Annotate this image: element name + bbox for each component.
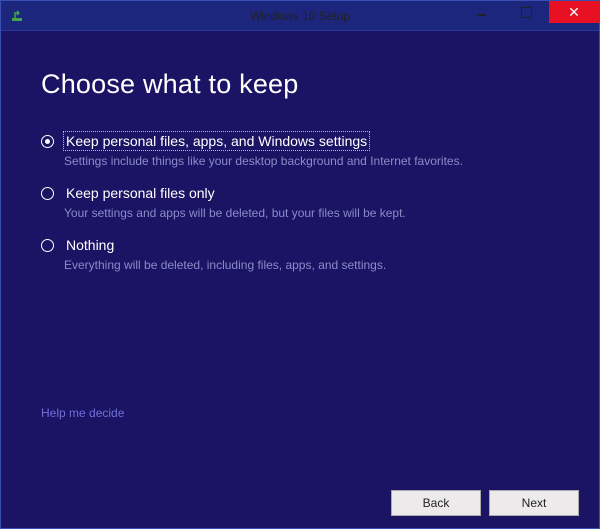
option-description: Everything will be deleted, including fi…	[64, 257, 559, 274]
option-label: Keep personal files, apps, and Windows s…	[64, 132, 369, 150]
minimize-button[interactable]	[459, 1, 504, 23]
option-1[interactable]: Keep personal files only Your settings an…	[41, 184, 559, 222]
radio-icon[interactable]	[41, 187, 54, 200]
option-description: Settings include things like your deskto…	[64, 153, 559, 170]
option-text: Keep personal files, apps, and Windows s…	[64, 132, 559, 170]
option-description: Your settings and apps will be deleted, …	[64, 205, 559, 222]
help-me-decide-link[interactable]: Help me decide	[41, 406, 124, 420]
content-area: Choose what to keep Keep personal files,…	[1, 31, 599, 478]
titlebar: Windows 10 Setup ✕	[1, 1, 599, 31]
page-heading: Choose what to keep	[41, 69, 559, 100]
option-text: Nothing Everything will be deleted, inclu…	[64, 236, 559, 274]
close-button[interactable]: ✕	[549, 1, 599, 23]
back-button[interactable]: Back	[391, 490, 481, 516]
options-group: Keep personal files, apps, and Windows s…	[41, 132, 559, 273]
maximize-button[interactable]	[504, 1, 549, 23]
radio-icon[interactable]	[41, 239, 54, 252]
next-button[interactable]: Next	[489, 490, 579, 516]
option-0[interactable]: Keep personal files, apps, and Windows s…	[41, 132, 559, 170]
option-text: Keep personal files only Your settings an…	[64, 184, 559, 222]
footer: Back Next	[1, 478, 599, 528]
close-icon: ✕	[568, 5, 580, 19]
option-label: Nothing	[64, 236, 116, 254]
setup-window: Windows 10 Setup ✕ Choose what to keep K…	[0, 0, 600, 529]
app-icon	[9, 8, 25, 24]
option-label: Keep personal files only	[64, 184, 217, 202]
window-title: Windows 10 Setup	[250, 9, 350, 23]
radio-icon[interactable]	[41, 135, 54, 148]
option-2[interactable]: Nothing Everything will be deleted, inclu…	[41, 236, 559, 274]
window-controls: ✕	[459, 1, 599, 30]
